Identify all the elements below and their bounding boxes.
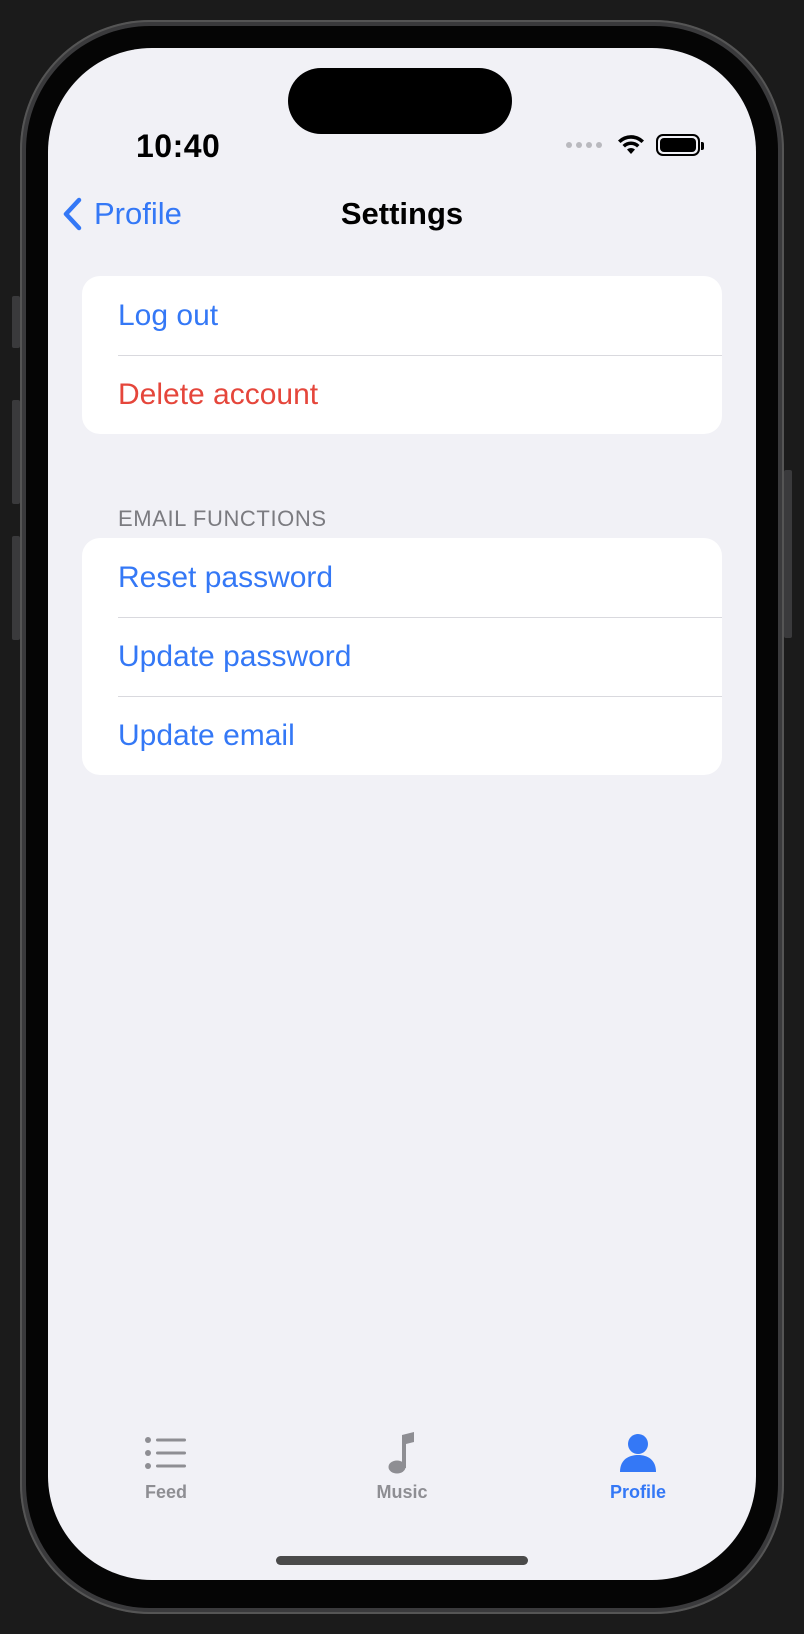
- reset-password-button[interactable]: Reset password: [82, 538, 722, 617]
- navigation-bar: Profile Settings: [48, 184, 756, 244]
- account-actions-group: Log out Delete account: [82, 276, 722, 434]
- battery-icon: [656, 134, 704, 156]
- update-password-button[interactable]: Update password: [82, 617, 722, 696]
- tab-feed-label: Feed: [144, 1482, 187, 1502]
- tab-profile-label: Profile: [609, 1482, 666, 1502]
- status-time: 10:40: [136, 128, 221, 164]
- dynamic-island: [288, 68, 512, 134]
- email-functions-group: Reset password Update password Update em…: [82, 538, 722, 775]
- person-icon: [618, 1428, 658, 1478]
- cellular-signal-icon: [566, 142, 602, 148]
- tab-profile[interactable]: Profile: [520, 1428, 756, 1528]
- wifi-icon: [618, 135, 644, 154]
- music-note-icon: [387, 1428, 417, 1478]
- email-functions-header: EMAIL FUNCTIONS: [118, 506, 327, 531]
- tab-music-label: Music: [376, 1482, 428, 1502]
- update-email-button[interactable]: Update email: [82, 696, 722, 775]
- screen: 10:40 Profile Settings Log out Delete ac…: [48, 48, 756, 1580]
- mute-switch: [12, 296, 20, 348]
- volume-up-button: [12, 400, 20, 504]
- tab-music[interactable]: Music: [284, 1428, 520, 1528]
- tab-feed[interactable]: Feed: [48, 1428, 284, 1528]
- power-button: [784, 470, 792, 638]
- page-title: Settings: [340, 196, 464, 231]
- status-indicators: [566, 134, 704, 156]
- delete-account-button[interactable]: Delete account: [82, 355, 722, 434]
- list-icon: [144, 1428, 188, 1478]
- tab-bar: Feed Music Profile: [48, 1428, 756, 1528]
- volume-down-button: [12, 536, 20, 640]
- home-indicator: [276, 1556, 528, 1565]
- log-out-button[interactable]: Log out: [82, 276, 722, 355]
